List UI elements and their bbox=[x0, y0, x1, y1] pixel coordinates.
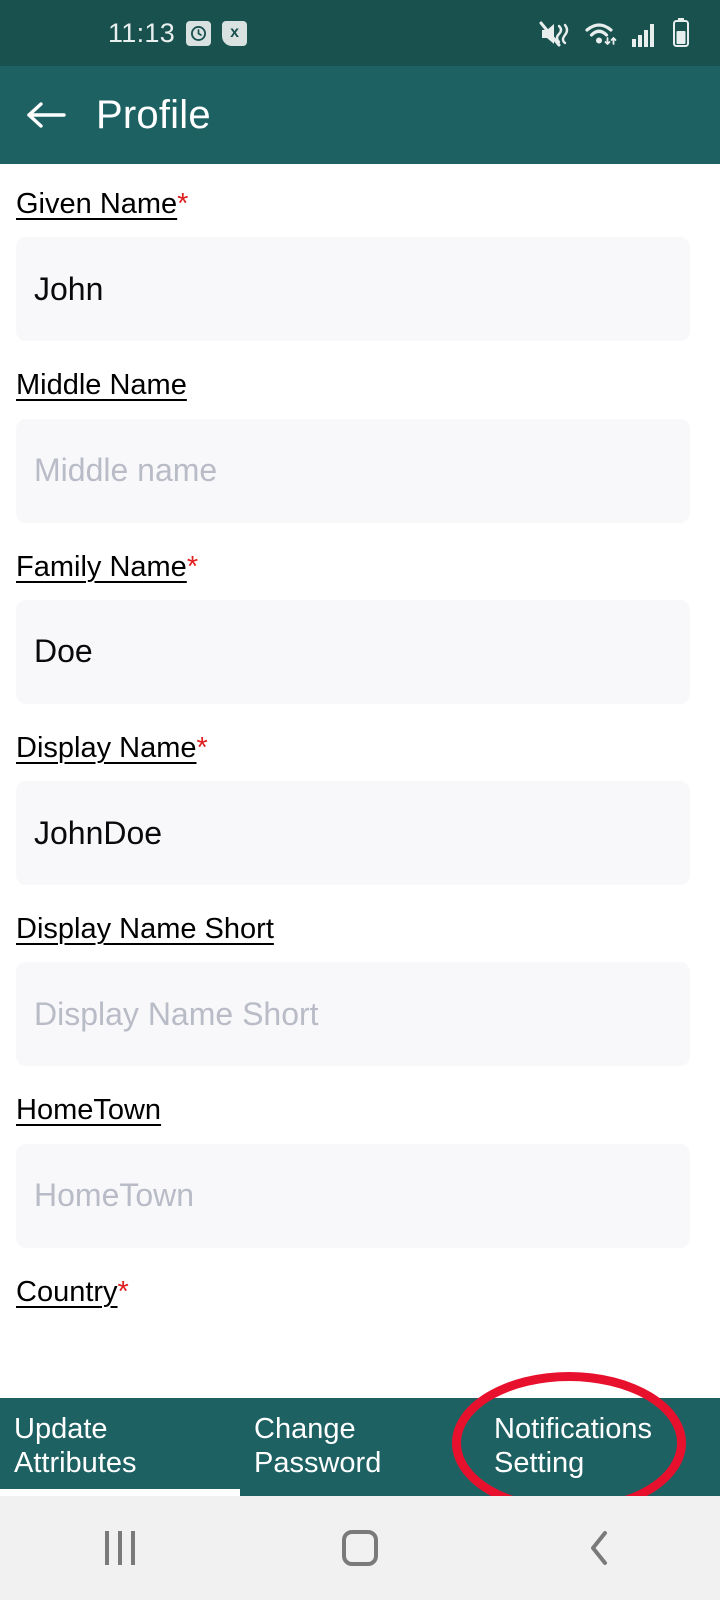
field-display-name: Display Name* JohnDoe bbox=[16, 730, 704, 885]
back-arrow-icon[interactable] bbox=[24, 92, 70, 138]
given-name-value: John bbox=[34, 270, 104, 307]
tab-notifications-setting-line1: Notifications bbox=[494, 1413, 652, 1446]
family-name-input[interactable]: Doe bbox=[16, 599, 690, 704]
tab-update-attributes[interactable]: Update Attributes bbox=[0, 1398, 240, 1496]
status-bar: 11:13 x bbox=[0, 0, 720, 66]
family-name-value: Doe bbox=[34, 633, 93, 670]
alarm-icon bbox=[186, 20, 212, 46]
status-bar-right bbox=[539, 18, 690, 48]
middle-name-placeholder: Middle name bbox=[34, 452, 218, 488]
tab-notifications-setting[interactable]: Notifications Setting bbox=[480, 1398, 720, 1496]
field-label-display-name-short: Display Name Short bbox=[16, 913, 274, 945]
tab-change-password-line1: Change bbox=[254, 1413, 356, 1446]
tab-change-password-line2: Password bbox=[254, 1447, 382, 1479]
display-name-short-placeholder: Display Name Short bbox=[34, 995, 319, 1032]
field-family-name: Family Name* Doe bbox=[16, 549, 704, 704]
given-name-input[interactable]: John bbox=[16, 237, 690, 342]
field-label-family-name: Family Name* bbox=[16, 550, 199, 583]
field-label-country: Country* bbox=[16, 1275, 129, 1308]
field-given-name: Given Name* John bbox=[16, 186, 704, 342]
status-bar-clock: 11:13 bbox=[108, 17, 176, 48]
android-navigation-bar bbox=[0, 1496, 720, 1600]
home-icon[interactable] bbox=[240, 1530, 480, 1566]
profile-form: Given Name* John Middle Name Middle name… bbox=[0, 164, 720, 1600]
field-label-middle-name: Middle Name bbox=[16, 369, 187, 402]
field-label-given-name: Given Name* bbox=[16, 188, 189, 220]
field-country: Country* bbox=[16, 1274, 704, 1310]
display-name-input[interactable]: JohnDoe bbox=[16, 781, 690, 885]
field-label-display-name: Display Name* bbox=[16, 731, 208, 764]
signal-bars-icon bbox=[631, 20, 659, 48]
page-title: Profile bbox=[96, 92, 211, 137]
display-name-value: JohnDoe bbox=[34, 814, 163, 851]
battery-icon bbox=[672, 18, 690, 48]
middle-name-input[interactable]: Middle name bbox=[16, 418, 690, 523]
mute-vibrate-icon bbox=[539, 20, 571, 48]
tab-change-password[interactable]: Change Password bbox=[240, 1398, 480, 1496]
tab-notifications-setting-line2: Setting bbox=[494, 1447, 585, 1479]
wifi-icon bbox=[584, 20, 618, 48]
back-icon[interactable] bbox=[480, 1528, 720, 1568]
tab-update-attributes-line1: Update bbox=[14, 1413, 108, 1446]
bottom-tab-bar: Update Attributes Change Password Notifi… bbox=[0, 1398, 720, 1496]
field-label-hometown: HomeTown bbox=[16, 1094, 162, 1127]
tab-update-attributes-line2: Attributes bbox=[14, 1447, 137, 1479]
hometown-placeholder: HomeTown bbox=[34, 1177, 195, 1213]
active-tab-indicator bbox=[0, 1489, 240, 1496]
phone-screen: 11:13 x Profile Given Name* John Middle … bbox=[0, 0, 720, 1600]
field-display-name-short: Display Name Short Display Name Short bbox=[16, 911, 704, 1067]
sim-card-x-icon: x bbox=[222, 20, 248, 46]
recents-icon[interactable] bbox=[0, 1531, 240, 1565]
field-middle-name: Middle Name Middle name bbox=[16, 367, 704, 523]
hometown-input[interactable]: HomeTown bbox=[16, 1143, 690, 1248]
field-hometown: HomeTown HomeTown bbox=[16, 1092, 704, 1248]
app-bar: Profile bbox=[0, 66, 720, 164]
display-name-short-input[interactable]: Display Name Short bbox=[16, 962, 690, 1067]
status-bar-left: 11:13 x bbox=[108, 17, 248, 49]
